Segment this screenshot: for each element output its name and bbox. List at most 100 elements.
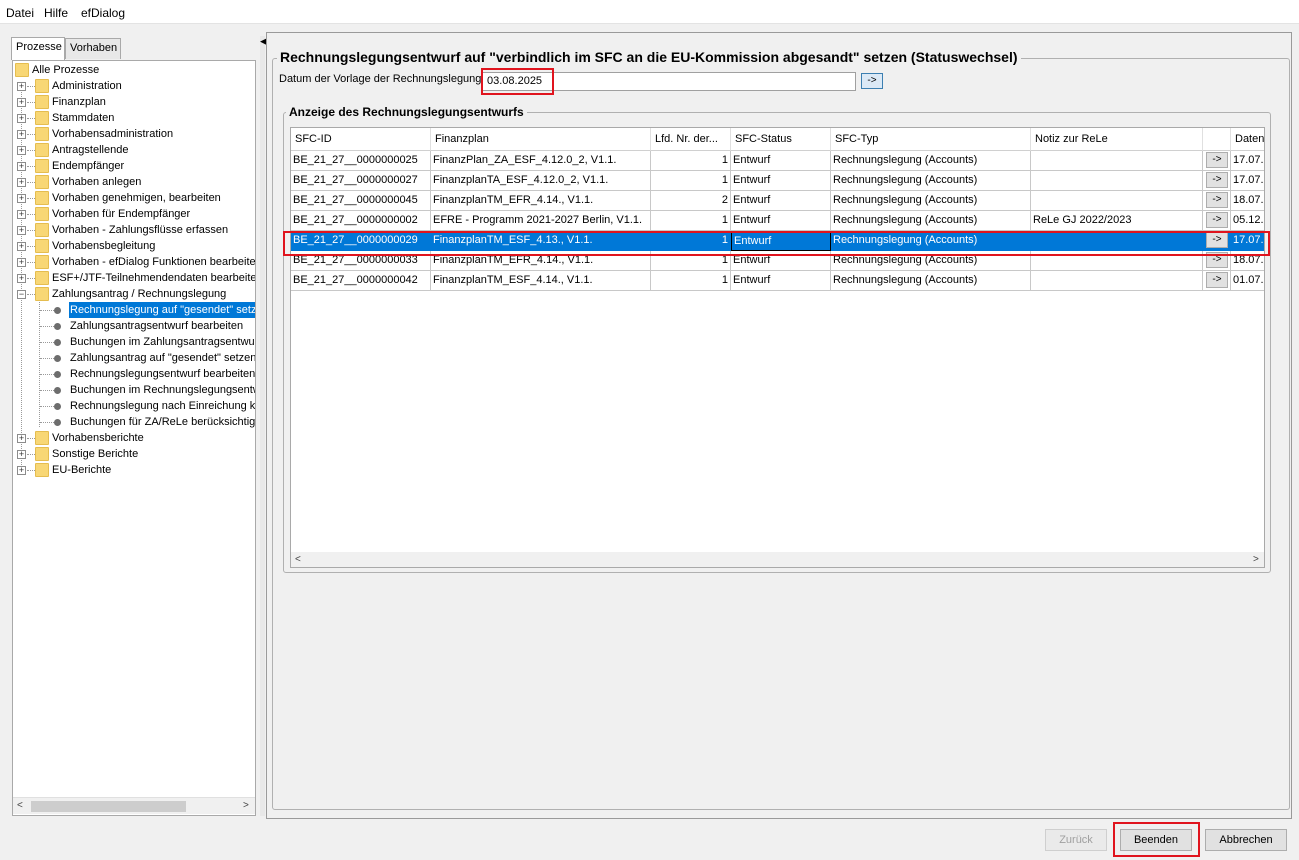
expand-icon[interactable]: + bbox=[17, 466, 26, 475]
table-cell: 18.07. bbox=[1231, 191, 1264, 211]
expand-icon[interactable]: + bbox=[17, 274, 26, 283]
tree-item-label: Buchungen im Rechnungslegungsentwurf bbox=[70, 384, 256, 396]
expand-icon[interactable]: + bbox=[17, 258, 26, 267]
expand-icon[interactable]: + bbox=[17, 146, 26, 155]
column-header[interactable]: SFC-ID bbox=[291, 128, 431, 151]
row-detail-button[interactable]: -> bbox=[1203, 211, 1231, 231]
table-row[interactable]: BE_21_27__0000000027 FinanzplanTA_ESF_4.1… bbox=[291, 171, 1264, 191]
table-horizontal-scrollbar[interactable]: < > bbox=[291, 552, 1264, 567]
expand-icon[interactable]: + bbox=[17, 450, 26, 459]
arrow-button[interactable]: -> bbox=[1206, 172, 1228, 188]
arrow-button[interactable]: -> bbox=[1206, 272, 1228, 288]
tree-line bbox=[40, 326, 54, 327]
arrow-button[interactable]: -> bbox=[1206, 212, 1228, 228]
tree-item-label: Zahlungsantragsentwurf bearbeiten bbox=[70, 320, 244, 332]
table-row[interactable]: BE_21_27__0000000025 FinanzPlan_ZA_ESF_4.… bbox=[291, 151, 1264, 171]
tree-subitem[interactable]: Buchungen im Zahlungsantragsentwurf bbox=[13, 334, 255, 350]
tree-item[interactable]: + Vorhaben genehmigen, bearbeiten bbox=[13, 190, 255, 206]
tree-item[interactable]: + ESF+/JTF-Teilnehmendendaten bearbeiten bbox=[13, 270, 255, 286]
expand-icon[interactable]: + bbox=[17, 130, 26, 139]
row-detail-button[interactable]: -> bbox=[1203, 171, 1231, 191]
highlight-selected-row bbox=[283, 231, 1270, 256]
tab-vorhaben[interactable]: Vorhaben bbox=[65, 38, 121, 59]
tree-item[interactable]: + Vorhabensadministration bbox=[13, 126, 255, 142]
tree-item[interactable]: + Vorhaben für Endempfänger bbox=[13, 206, 255, 222]
collapse-icon[interactable]: − bbox=[17, 290, 26, 299]
expand-icon[interactable]: + bbox=[17, 210, 26, 219]
menu-efdialog[interactable]: efDialog bbox=[81, 6, 125, 20]
arrow-button[interactable]: -> bbox=[1206, 152, 1228, 168]
column-header[interactable]: Finanzplan bbox=[431, 128, 651, 151]
tree-item[interactable]: + Vorhaben - Zahlungsflüsse erfassen bbox=[13, 222, 255, 238]
column-header[interactable]: SFC-Typ bbox=[831, 128, 1031, 151]
tree-line bbox=[27, 262, 35, 263]
tree-line bbox=[40, 390, 54, 391]
row-detail-button[interactable]: -> bbox=[1203, 191, 1231, 211]
tree-item[interactable]: + Finanzplan bbox=[13, 94, 255, 110]
menu-hilfe[interactable]: Hilfe bbox=[44, 6, 68, 20]
tree-subitem[interactable]: Buchungen für ZA/ReLe berücksichtigen bbox=[13, 414, 256, 430]
tree-subitem[interactable]: Rechnungslegung auf "gesendet" setzen bbox=[13, 302, 255, 318]
tree-subitem[interactable]: Zahlungsantragsentwurf bearbeiten bbox=[13, 318, 255, 334]
accounts-table[interactable]: < > SFC-ID Finanzplan Lfd. Nr. der... SFC-S… bbox=[290, 127, 1265, 568]
tree-item[interactable]: + Sonstige Berichte bbox=[13, 446, 255, 462]
tree-item-label: Administration bbox=[52, 80, 122, 92]
column-header[interactable]: Daten bbox=[1231, 128, 1264, 151]
table-row[interactable]: BE_21_27__0000000002 EFRE - Programm 2021… bbox=[291, 211, 1264, 231]
scroll-right-icon[interactable]: > bbox=[243, 800, 249, 811]
splitter[interactable]: ◀ bbox=[260, 36, 267, 816]
folder-icon bbox=[35, 271, 49, 285]
column-header[interactable]: Lfd. Nr. der... bbox=[651, 128, 731, 151]
tree-item[interactable]: + Endempfänger bbox=[13, 158, 255, 174]
scroll-left-icon[interactable]: < bbox=[295, 554, 301, 565]
tree-item[interactable]: + Antragstellende bbox=[13, 142, 255, 158]
tree-item[interactable]: + EU-Berichte bbox=[13, 462, 255, 478]
table-cell bbox=[1031, 191, 1203, 211]
expand-icon[interactable]: + bbox=[17, 82, 26, 91]
expand-icon[interactable]: + bbox=[17, 242, 26, 251]
cancel-button[interactable]: Abbrechen bbox=[1205, 829, 1287, 851]
date-arrow-button[interactable]: -> bbox=[861, 73, 883, 89]
column-header[interactable]: SFC-Status bbox=[731, 128, 831, 151]
section-title: Anzeige des Rechnungslegungsentwurfs bbox=[286, 105, 527, 119]
tree-line bbox=[40, 374, 54, 375]
tab-prozesse[interactable]: Prozesse bbox=[11, 37, 65, 60]
row-detail-button[interactable]: -> bbox=[1203, 271, 1231, 291]
tree-item[interactable]: − Zahlungsantrag / Rechnungslegung bbox=[13, 286, 255, 302]
table-cell: Entwurf bbox=[731, 151, 831, 171]
tree-subitem[interactable]: Rechnungslegungsentwurf bearbeiten bbox=[13, 366, 255, 382]
scrollbar-thumb[interactable] bbox=[31, 801, 186, 812]
tree-horizontal-scrollbar[interactable]: < > bbox=[13, 797, 255, 814]
expand-icon[interactable]: + bbox=[17, 434, 26, 443]
tree-item[interactable]: + Vorhabensbegleitung bbox=[13, 238, 255, 254]
table-row[interactable]: BE_21_27__0000000045 FinanzplanTM_EFR_4.1… bbox=[291, 191, 1264, 211]
column-header[interactable] bbox=[1203, 128, 1231, 151]
expand-icon[interactable]: + bbox=[17, 178, 26, 187]
scroll-left-icon[interactable]: < bbox=[17, 800, 23, 811]
tree-subitem[interactable]: Rechnungslegung nach Einreichung korrigi… bbox=[13, 398, 255, 414]
menu-datei[interactable]: Datei bbox=[6, 6, 34, 20]
leaf-bullet-icon bbox=[54, 419, 61, 426]
tree-item[interactable]: + Vorhabensberichte bbox=[13, 430, 255, 446]
tree-item[interactable]: + Stammdaten bbox=[13, 110, 255, 126]
expand-icon[interactable]: + bbox=[17, 194, 26, 203]
process-tree[interactable]: Alle Prozesse + Administration + Finanzplan… bbox=[12, 60, 256, 816]
leaf-bullet-icon bbox=[54, 371, 61, 378]
tree-item[interactable]: + Vorhaben - efDialog Funktionen bearbeit… bbox=[13, 254, 255, 270]
scroll-right-icon[interactable]: > bbox=[1253, 554, 1259, 565]
back-button[interactable]: Zurück bbox=[1045, 829, 1107, 851]
tree-item[interactable]: + Vorhaben anlegen bbox=[13, 174, 255, 190]
leaf-bullet-icon bbox=[54, 339, 61, 346]
arrow-button[interactable]: -> bbox=[1206, 192, 1228, 208]
expand-icon[interactable]: + bbox=[17, 162, 26, 171]
tree-subitem[interactable]: Buchungen im Rechnungslegungsentwurf bbox=[13, 382, 256, 398]
expand-icon[interactable]: + bbox=[17, 114, 26, 123]
column-header[interactable]: Notiz zur ReLe bbox=[1031, 128, 1203, 151]
expand-icon[interactable]: + bbox=[17, 226, 26, 235]
row-detail-button[interactable]: -> bbox=[1203, 151, 1231, 171]
tree-item-label: Buchungen für ZA/ReLe berücksichtigen bbox=[70, 416, 256, 428]
tree-item[interactable]: + Administration bbox=[13, 78, 255, 94]
tree-subitem[interactable]: Zahlungsantrag auf "gesendet" setzen bbox=[13, 350, 255, 366]
table-row[interactable]: BE_21_27__0000000042 FinanzplanTM_ESF_4.1… bbox=[291, 271, 1264, 291]
expand-icon[interactable]: + bbox=[17, 98, 26, 107]
